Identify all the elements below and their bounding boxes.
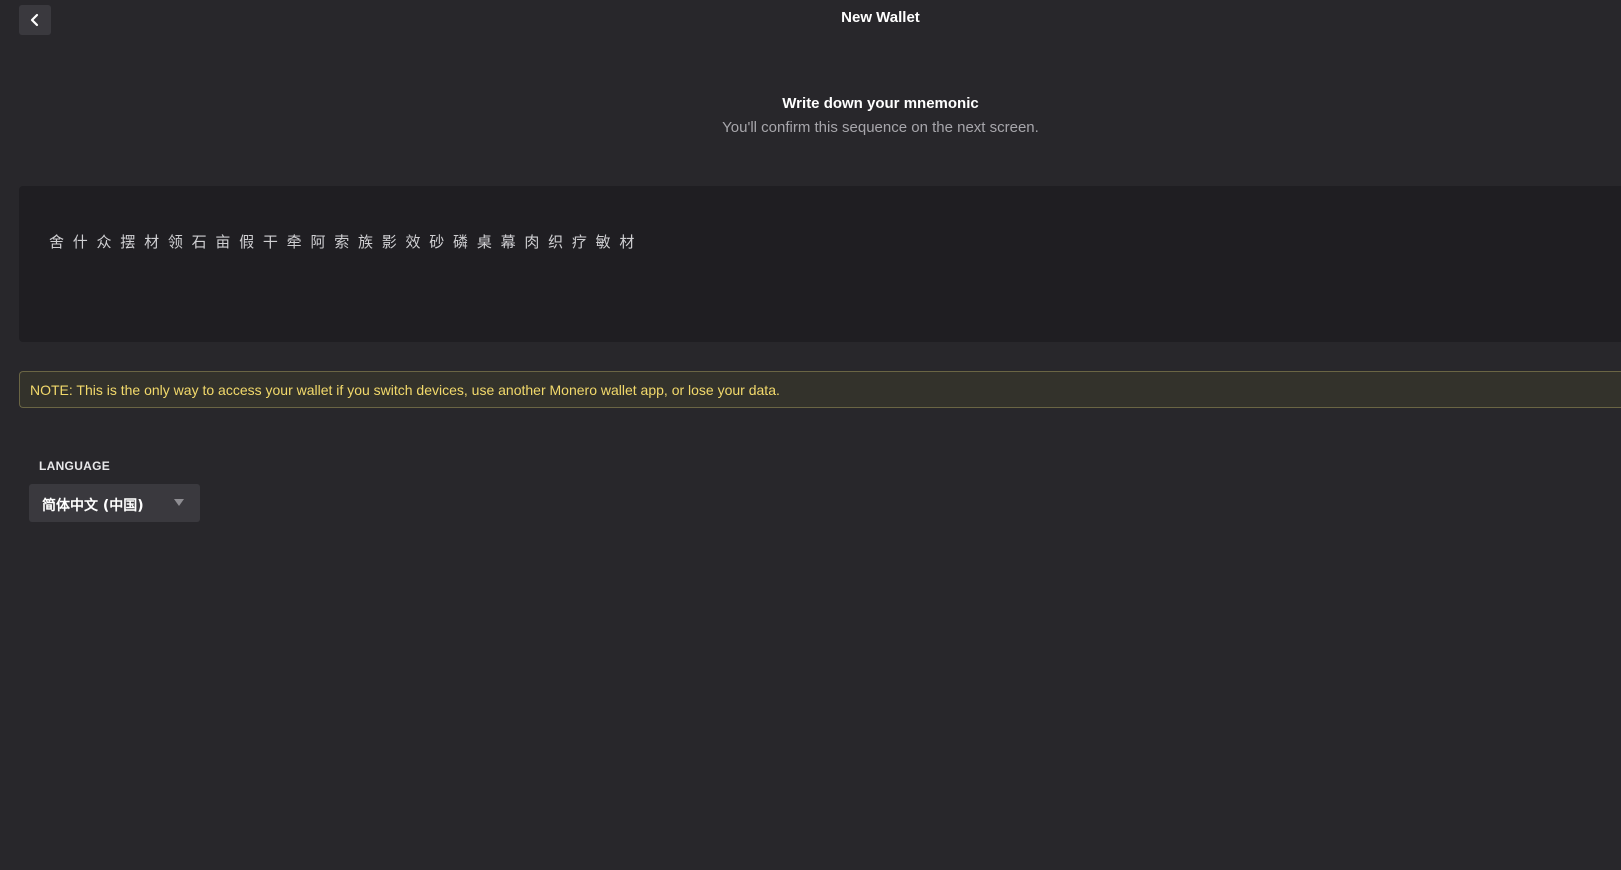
mnemonic-panel: 舍 什 众 摆 材 领 石 亩 假 干 牵 阿 索 族 影 效 砂 磷 桌 幕 … [19,186,1621,342]
top-bar: New Wallet [0,0,1621,40]
mnemonic-subheading: You'll confirm this sequence on the next… [722,119,1039,136]
warning-note-text: NOTE: This is the only way to access you… [30,382,780,398]
caret-down-icon [174,499,184,506]
language-select[interactable]: 简体中文 (中国) [29,484,200,522]
page-title: New Wallet [841,9,920,26]
mnemonic-words: 舍 什 众 摆 材 领 石 亩 假 干 牵 阿 索 族 影 效 砂 磷 桌 幕 … [49,233,636,251]
mnemonic-heading: Write down your mnemonic [782,95,979,112]
language-label: LANGUAGE [39,459,111,473]
language-selected-value: 简体中文 (中国) [42,498,144,514]
warning-note: NOTE: This is the only way to access you… [19,371,1621,408]
